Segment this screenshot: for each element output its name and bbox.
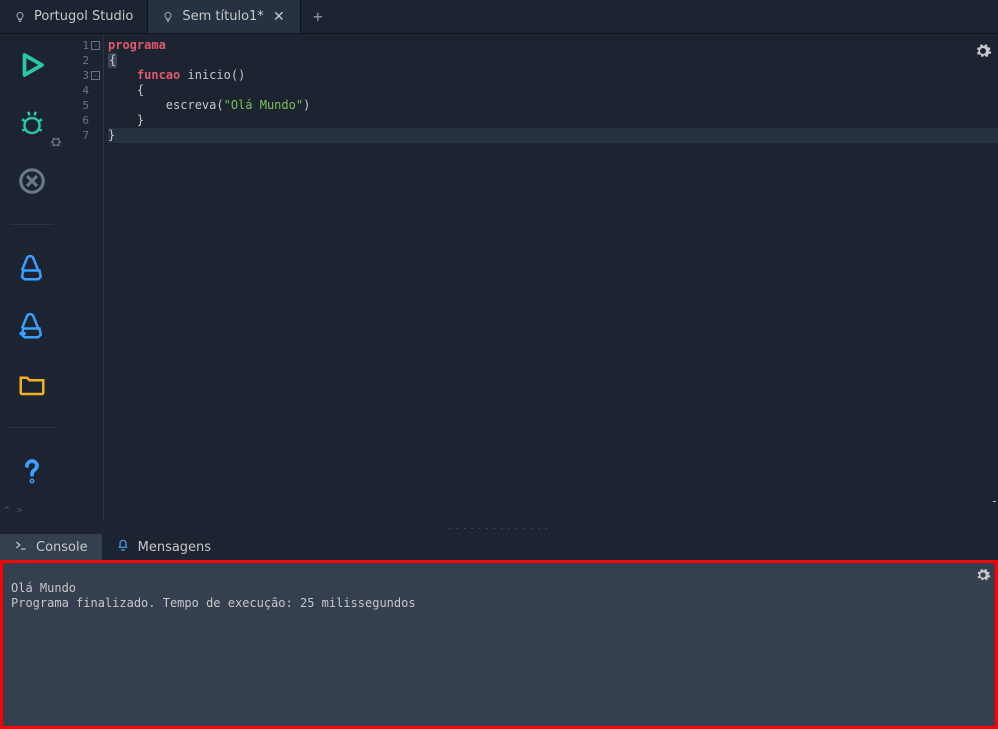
save-button[interactable] xyxy=(14,253,50,283)
paren-open: ( xyxy=(216,98,223,112)
fold-icon[interactable]: - xyxy=(91,71,100,80)
line-number: 1 xyxy=(82,39,89,52)
indent xyxy=(108,98,166,112)
code-area[interactable]: programa { funcao inicio() { escreva("Ol… xyxy=(104,34,998,520)
line-gutter: 1- 2 3- 4 5 6 7 xyxy=(64,34,104,520)
keyword: programa xyxy=(108,38,166,52)
lightbulb-icon xyxy=(14,11,26,23)
line-number: 2 xyxy=(82,54,89,67)
tab-file-label: Sem título1* xyxy=(182,9,263,24)
gear-icon[interactable] xyxy=(975,567,991,583)
indent xyxy=(108,83,137,97)
sidebar-divider xyxy=(10,427,54,428)
run-button[interactable] xyxy=(14,50,50,80)
console-line: Programa finalizado. Tempo de execução: … xyxy=(11,596,416,610)
tab-file-active[interactable]: Sem título1* ✕ xyxy=(148,0,300,33)
tab-home-label: Portugol Studio xyxy=(34,9,133,24)
fn-call: escreva xyxy=(166,98,217,112)
help-button[interactable] xyxy=(14,456,50,486)
sidebar: ^ > xyxy=(0,34,64,520)
console-panel: Olá Mundo Programa finalizado. Tempo de … xyxy=(0,560,998,729)
tab-home[interactable]: Portugol Studio xyxy=(0,0,148,33)
bug-small-icon xyxy=(48,134,64,150)
debug-button[interactable] xyxy=(14,108,50,138)
sidebar-divider xyxy=(10,224,54,225)
parens: () xyxy=(231,68,245,82)
lightbulb-icon xyxy=(162,11,174,23)
console-output[interactable]: Olá Mundo Programa finalizado. Tempo de … xyxy=(3,563,995,619)
paren-close: ) xyxy=(303,98,310,112)
string-literal: "Olá Mundo" xyxy=(224,98,303,112)
keyword: funcao xyxy=(137,68,180,82)
new-tab-button[interactable]: + xyxy=(301,0,335,33)
indent xyxy=(108,68,137,82)
tab-console[interactable]: Console xyxy=(0,534,102,560)
bottom-tab-bar: Console Mensagens xyxy=(0,534,998,560)
identifier: inicio xyxy=(180,68,231,82)
line-number: 3 xyxy=(82,69,89,82)
brace: { xyxy=(108,53,117,68)
stop-button[interactable] xyxy=(14,166,50,196)
sidebar-chevrons: ^ > xyxy=(4,506,23,516)
resize-dots: .............. xyxy=(447,522,551,532)
line-number: 7 xyxy=(82,129,89,142)
tab-console-label: Console xyxy=(36,540,88,555)
open-button[interactable] xyxy=(14,369,50,399)
tab-messages[interactable]: Mensagens xyxy=(102,534,225,560)
close-icon[interactable]: ✕ xyxy=(272,10,286,24)
indent xyxy=(108,113,137,127)
tab-strip: Portugol Studio Sem título1* ✕ + xyxy=(0,0,998,34)
brace: { xyxy=(137,83,144,97)
bell-icon xyxy=(116,538,130,556)
code-editor[interactable]: 1- 2 3- 4 5 6 7 programa { funcao inicio… xyxy=(64,34,998,520)
brace: } xyxy=(108,128,115,142)
save-as-button[interactable] xyxy=(14,311,50,341)
line-number: 6 xyxy=(82,114,89,127)
line-number: 4 xyxy=(82,84,89,97)
tab-messages-label: Mensagens xyxy=(138,540,211,555)
fold-icon[interactable]: - xyxy=(91,41,100,50)
line-number: 5 xyxy=(82,99,89,112)
scroll-marker: - xyxy=(991,494,998,508)
main-area: ^ > 1- 2 3- 4 5 6 7 programa { funcao in… xyxy=(0,34,998,520)
terminal-icon xyxy=(14,538,28,556)
resize-handle[interactable]: .............. xyxy=(0,520,998,534)
brace: } xyxy=(137,113,144,127)
gear-icon[interactable] xyxy=(974,42,992,60)
console-line: Olá Mundo xyxy=(11,581,76,595)
